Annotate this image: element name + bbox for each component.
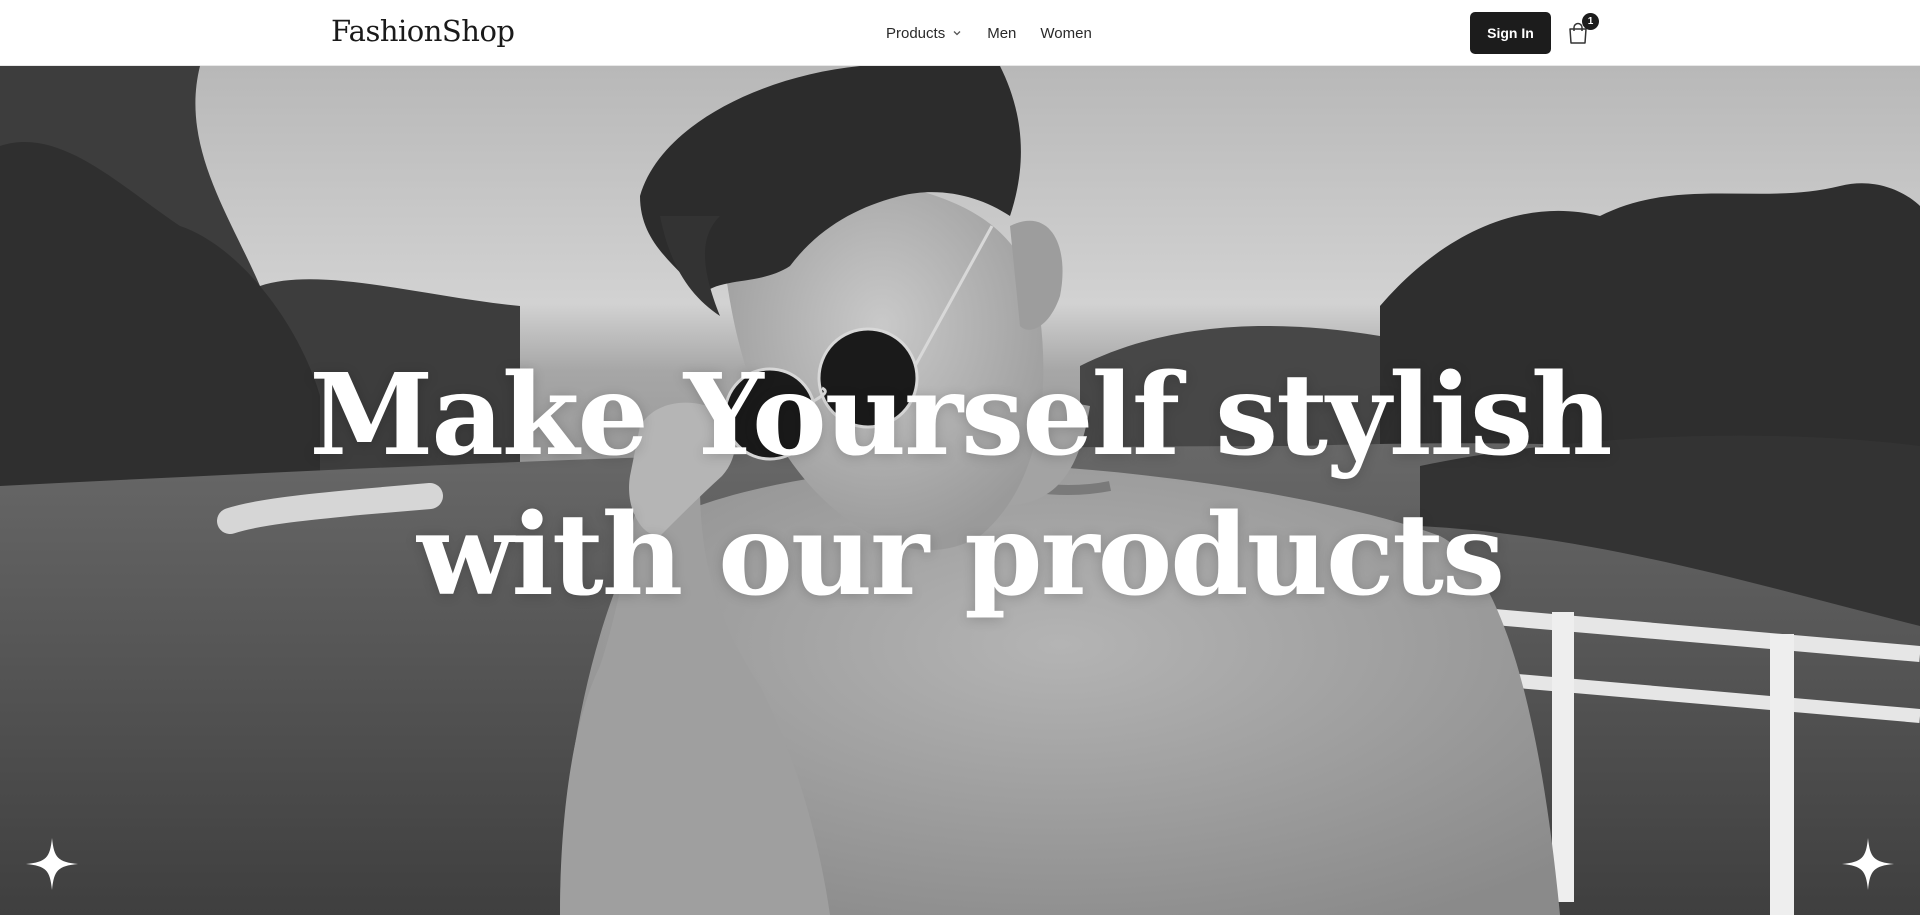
cart-count-badge: 1 [1582, 13, 1599, 30]
site-header: FashionShop Products Men Women Sign In 1 [0, 0, 1920, 66]
hero-banner: Make Yourself stylish with our products [0, 66, 1920, 915]
nav-item-men-label: Men [987, 24, 1017, 42]
nav-item-products-label: Products [886, 24, 946, 42]
sparkle-icon [26, 838, 78, 890]
sparkle-icon [1842, 838, 1894, 890]
nav-item-products[interactable]: Products [886, 25, 963, 42]
hero-headline-line2: with our products [417, 490, 1505, 621]
nav-item-women[interactable]: Women [1040, 25, 1091, 42]
hero-headline-line1: Make Yourself stylish [309, 350, 1612, 481]
nav-item-men[interactable]: Men [987, 25, 1016, 42]
chevron-down-icon [953, 31, 961, 36]
main-nav: Products Men Women [886, 0, 1092, 66]
sign-in-button[interactable]: Sign In [1470, 12, 1551, 54]
hero-headline: Make Yourself stylish with our products [0, 346, 1920, 626]
logo[interactable]: FashionShop [331, 14, 515, 48]
nav-item-women-label: Women [1040, 24, 1092, 42]
